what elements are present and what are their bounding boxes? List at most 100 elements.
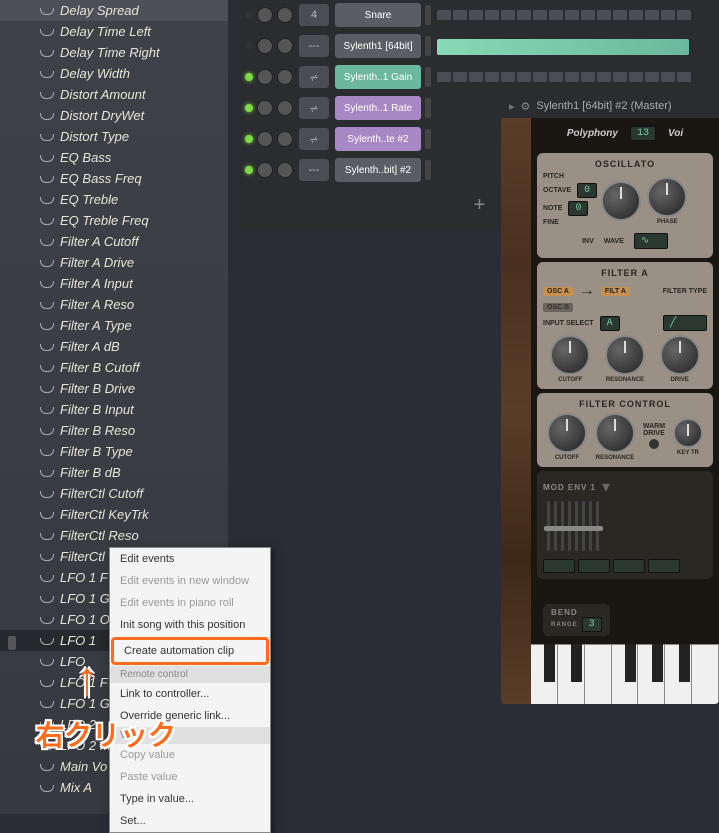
- param-item[interactable]: Filter B Reso: [0, 420, 228, 441]
- pan-knob[interactable]: [257, 7, 273, 23]
- env-slider[interactable]: [596, 501, 599, 551]
- step-grid[interactable]: [437, 10, 691, 20]
- param-item[interactable]: Distort DryWet: [0, 105, 228, 126]
- warm-led[interactable]: [649, 439, 659, 449]
- polyphony-value[interactable]: 13: [630, 126, 656, 141]
- ctx-link-controller[interactable]: Link to controller...: [110, 683, 270, 705]
- env-slider[interactable]: [547, 501, 550, 551]
- input-select-value[interactable]: A: [600, 316, 620, 331]
- vol-knob[interactable]: [277, 131, 293, 147]
- vol-knob[interactable]: [277, 38, 293, 54]
- ctx-edit-events[interactable]: Edit events: [110, 548, 270, 570]
- channel-selector[interactable]: [425, 129, 431, 149]
- gear-icon[interactable]: ⚙: [521, 100, 531, 113]
- resonance-knob[interactable]: [605, 335, 645, 375]
- channel-selector[interactable]: [425, 67, 431, 87]
- channel-led[interactable]: [245, 135, 253, 143]
- env-dest[interactable]: [613, 559, 645, 573]
- collapse-handle[interactable]: [8, 636, 16, 650]
- env-dest[interactable]: [543, 559, 575, 573]
- env-dest[interactable]: [648, 559, 680, 573]
- channel-name[interactable]: Sylenth..te #2: [335, 127, 421, 151]
- bend-range-value[interactable]: 3: [582, 617, 602, 632]
- channel-selector[interactable]: [425, 98, 431, 118]
- nav-arrow-icon[interactable]: ▸: [509, 100, 515, 113]
- param-item[interactable]: EQ Bass Freq: [0, 168, 228, 189]
- channel-number[interactable]: 4: [299, 4, 329, 26]
- pan-knob[interactable]: [257, 162, 273, 178]
- param-item[interactable]: Filter B Cutoff: [0, 357, 228, 378]
- param-item[interactable]: FilterCtl Reso: [0, 525, 228, 546]
- keytrk-knob[interactable]: [673, 418, 703, 448]
- param-item[interactable]: EQ Treble Freq: [0, 210, 228, 231]
- env-slider[interactable]: [554, 501, 557, 551]
- octave-value[interactable]: 0: [577, 183, 597, 198]
- param-item[interactable]: Filter A Drive: [0, 252, 228, 273]
- volume-knob[interactable]: [601, 181, 641, 221]
- step-grid[interactable]: [437, 72, 691, 82]
- channel-number[interactable]: ⩫: [299, 66, 329, 88]
- param-item[interactable]: Filter B Input: [0, 399, 228, 420]
- param-item[interactable]: Filter B Type: [0, 441, 228, 462]
- param-item[interactable]: Filter A Reso: [0, 294, 228, 315]
- ctx-create-automation[interactable]: Create automation clip: [111, 637, 269, 665]
- ctx-set[interactable]: Set...: [110, 810, 270, 832]
- env-slider[interactable]: [589, 501, 592, 551]
- vol-knob[interactable]: [277, 100, 293, 116]
- channel-led[interactable]: [245, 42, 253, 50]
- param-item[interactable]: Filter B dB: [0, 462, 228, 483]
- channel-selector[interactable]: [425, 5, 431, 25]
- param-item[interactable]: EQ Treble: [0, 189, 228, 210]
- vol-knob[interactable]: [277, 162, 293, 178]
- env-slider[interactable]: [575, 501, 578, 551]
- param-item[interactable]: Filter A Cutoff: [0, 231, 228, 252]
- param-item[interactable]: FilterCtl Cutoff: [0, 483, 228, 504]
- fc-resonance-knob[interactable]: [595, 413, 635, 453]
- pan-knob[interactable]: [257, 38, 273, 54]
- channel-name[interactable]: Sylenth..1 Rate: [335, 96, 421, 120]
- automation-bar[interactable]: [437, 39, 689, 55]
- param-item[interactable]: Filter B Drive: [0, 378, 228, 399]
- filter-type-display[interactable]: ╱: [663, 315, 707, 331]
- channel-number[interactable]: ---: [299, 35, 329, 57]
- param-item[interactable]: Filter A Type: [0, 315, 228, 336]
- param-item[interactable]: Filter A Input: [0, 273, 228, 294]
- channel-led[interactable]: [245, 166, 253, 174]
- filt-a-pill[interactable]: FILT A: [601, 287, 630, 296]
- channel-number[interactable]: ⩫: [299, 97, 329, 119]
- channel-led[interactable]: [245, 104, 253, 112]
- channel-led[interactable]: [245, 73, 253, 81]
- param-item[interactable]: Delay Time Left: [0, 21, 228, 42]
- param-item[interactable]: Delay Spread: [0, 0, 228, 21]
- vol-knob[interactable]: [277, 69, 293, 85]
- env-dest[interactable]: [578, 559, 610, 573]
- wave-display[interactable]: ∿: [634, 233, 668, 249]
- param-item[interactable]: FilterCtl KeyTrk: [0, 504, 228, 525]
- param-item[interactable]: Distort Type: [0, 126, 228, 147]
- channel-name[interactable]: Snare: [335, 3, 421, 27]
- channel-name[interactable]: Sylenth..bit] #2: [335, 158, 421, 182]
- env-slider[interactable]: [568, 501, 571, 551]
- keyboard[interactable]: [531, 644, 719, 704]
- chevron-down-icon[interactable]: ▾: [602, 477, 610, 497]
- drive-knob[interactable]: [660, 335, 700, 375]
- param-item[interactable]: Filter A dB: [0, 336, 228, 357]
- channel-selector[interactable]: [425, 36, 431, 56]
- channel-led[interactable]: [245, 11, 253, 19]
- channel-name[interactable]: Sylenth1 [64bit]: [335, 34, 421, 58]
- param-item[interactable]: Delay Time Right: [0, 42, 228, 63]
- fc-cutoff-knob[interactable]: [547, 413, 587, 453]
- pan-knob[interactable]: [257, 69, 273, 85]
- ctx-init-song[interactable]: Init song with this position: [110, 614, 270, 636]
- osc-b-pill[interactable]: OSC B: [543, 303, 573, 312]
- channel-name[interactable]: Sylenth..1 Gain: [335, 65, 421, 89]
- ctx-type-value[interactable]: Type in value...: [110, 788, 270, 810]
- env-slider[interactable]: [582, 501, 585, 551]
- pan-knob[interactable]: [257, 131, 273, 147]
- channel-selector[interactable]: [425, 160, 431, 180]
- note-value[interactable]: 0: [568, 201, 588, 216]
- env-slider[interactable]: [561, 501, 564, 551]
- param-item[interactable]: Distort Amount: [0, 84, 228, 105]
- vol-knob[interactable]: [277, 7, 293, 23]
- plugin-titlebar[interactable]: ▸ ⚙ Sylenth1 [64bit] #2 (Master): [501, 94, 719, 118]
